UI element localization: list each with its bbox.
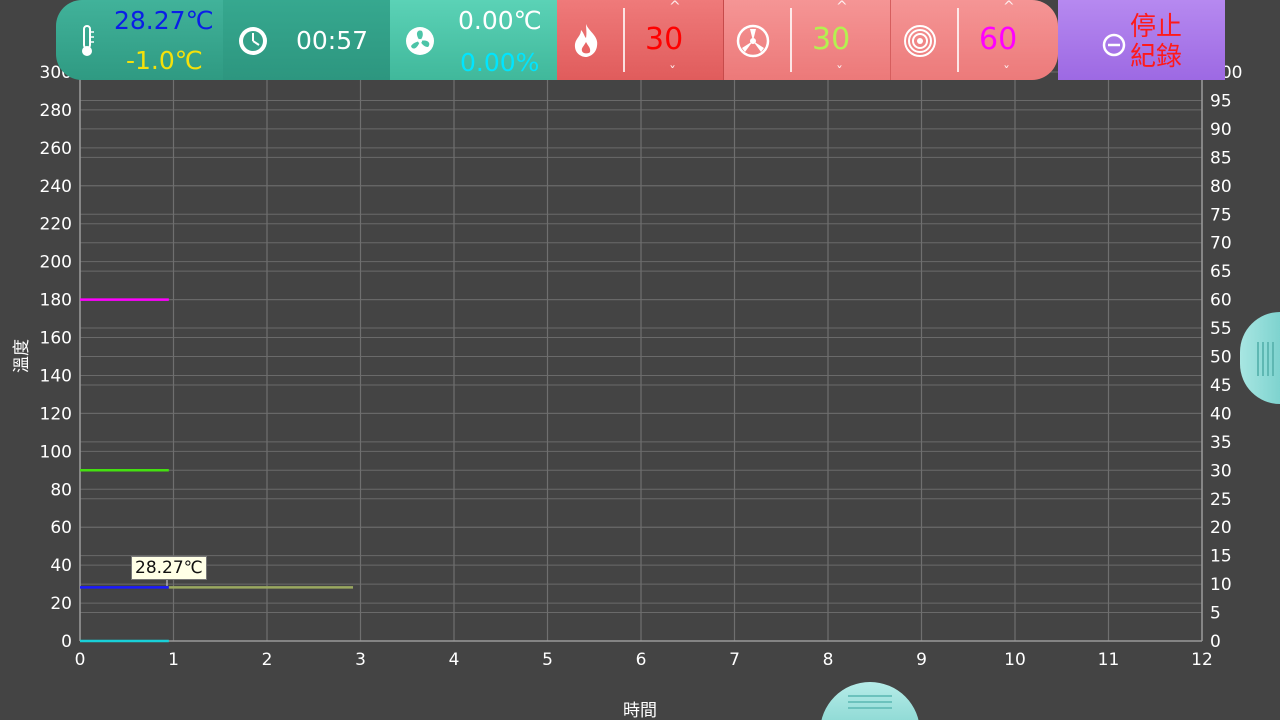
clock-icon (239, 27, 267, 55)
y2-tick-label: 45 (1210, 376, 1232, 396)
y-tick-label: 220 (40, 215, 72, 235)
y-tick-label: 160 (40, 329, 72, 349)
y-tick-label: 280 (40, 101, 72, 121)
y2-tick-label: 95 (1210, 91, 1232, 111)
fan-percent: 0.00% (460, 48, 540, 77)
y2-tick-label: 80 (1210, 177, 1232, 197)
y-tick-label: 240 (40, 177, 72, 197)
fire-power-value: 30 (645, 22, 684, 57)
y2-tick-label: 35 (1210, 433, 1232, 453)
stop-recording-panel: 停止紀錄 (1058, 0, 1225, 80)
y-tick-label: 200 (40, 253, 72, 273)
grip-icon (1257, 342, 1274, 376)
y2-tick-label: 75 (1210, 205, 1232, 225)
x-tick-label: 0 (75, 650, 86, 670)
increase-caret-icon[interactable]: ^ (836, 0, 848, 14)
drum-ruler[interactable] (953, 8, 967, 72)
drum-icon (904, 25, 936, 57)
x-tick-label: 4 (449, 650, 460, 670)
y2-tick-label: 20 (1210, 518, 1232, 538)
y-tick-label: 20 (50, 594, 72, 614)
y-tick-label: 40 (50, 556, 72, 576)
y-tick-label: 260 (40, 139, 72, 159)
increase-caret-icon[interactable]: ^ (1003, 0, 1015, 14)
x-tick-label: 2 (262, 650, 273, 670)
y2-tick-label: 65 (1210, 262, 1232, 282)
roast-chart: 0510152025303540455055606570758085909510… (12, 63, 1242, 720)
drum-speed-control[interactable]: ^ ˇ 60 (891, 0, 1058, 80)
value-tooltip: 28.27℃ (131, 556, 207, 580)
y2-tick-label: 5 (1210, 604, 1221, 624)
timer-panel[interactable]: 00:57 (223, 0, 390, 80)
stop-recording-label: 停止紀錄 (1130, 12, 1183, 72)
y2-tick-label: 15 (1210, 547, 1232, 567)
y-tick-label: 80 (50, 480, 72, 500)
y-axis-label: 溫度 (12, 339, 32, 373)
bottom-drawer-handle[interactable] (820, 682, 920, 720)
x-tick-label: 11 (1098, 650, 1120, 670)
minus-circle-icon (1102, 33, 1126, 57)
top-toolbar: 28.27℃ -1.0℃ 00:57 0.00℃ 0.00% ^ ˇ 30 ^ … (56, 0, 1225, 80)
increase-caret-icon[interactable]: ^ (669, 0, 681, 14)
y2-tick-label: 30 (1210, 461, 1232, 481)
thermometer-icon (82, 25, 94, 56)
y-tick-label: 100 (40, 442, 72, 462)
y2-tick-label: 70 (1210, 234, 1232, 254)
flame-icon (574, 24, 598, 57)
grip-icon (848, 695, 892, 709)
y2-tick-label: 55 (1210, 319, 1232, 339)
x-tick-label: 9 (916, 650, 927, 670)
y2-tick-label: 60 (1210, 291, 1232, 311)
y2-tick-label: 40 (1210, 404, 1232, 424)
stop-recording-button[interactable]: 停止紀錄 (1058, 0, 1225, 80)
x-tick-label: 3 (355, 650, 366, 670)
airflow-value: 30 (812, 22, 851, 57)
airflow-icon (736, 24, 770, 58)
airflow-control[interactable]: ^ ˇ 30 (724, 0, 891, 80)
y2-tick-label: 90 (1210, 120, 1232, 140)
y2-tick-label: 0 (1210, 632, 1221, 652)
x-tick-label: 6 (636, 650, 647, 670)
airflow-ruler[interactable] (786, 8, 800, 72)
x-tick-label: 5 (542, 650, 553, 670)
side-drawer-handle[interactable] (1240, 312, 1280, 404)
decrease-caret-icon[interactable]: ˇ (1003, 66, 1010, 80)
fan-icon (406, 27, 434, 55)
y-tick-label: 0 (61, 632, 72, 652)
roast-chart-screen: 0 5 10 15 20 25 30 35 40 45 50 55 60 65 70 75 80 85 90 95 10… (0, 0, 1280, 720)
x-tick-label: 7 (729, 650, 740, 670)
decrease-caret-icon[interactable]: ˇ (669, 66, 676, 80)
drum-speed-value: 60 (979, 22, 1018, 57)
bean-temperature: 28.27℃ (114, 6, 214, 35)
rate-of-rise-panel[interactable]: 0.00℃ 0.00% (390, 0, 557, 80)
temperature-panel[interactable]: 28.27℃ -1.0℃ (56, 0, 223, 80)
y2-tick-label: 85 (1210, 148, 1232, 168)
y2-tick-label: 25 (1210, 490, 1232, 510)
y2-tick-label: 10 (1210, 575, 1232, 595)
x-tick-label: 10 (1004, 650, 1026, 670)
fire-ruler[interactable] (619, 8, 633, 72)
x-axis-label: 時間 (623, 701, 657, 720)
decrease-caret-icon[interactable]: ˇ (836, 66, 843, 80)
environment-temperature: -1.0℃ (126, 46, 203, 75)
y-tick-label: 180 (40, 291, 72, 311)
y2-tick-label: 50 (1210, 348, 1232, 368)
delta-temperature: 0.00℃ (458, 6, 542, 35)
y-tick-label: 60 (50, 518, 72, 538)
fire-power-control[interactable]: ^ ˇ 30 (557, 0, 724, 80)
x-tick-label: 1 (168, 650, 179, 670)
x-tick-label: 12 (1191, 650, 1213, 670)
x-tick-label: 8 (823, 650, 834, 670)
y-tick-label: 140 (40, 366, 72, 386)
elapsed-time: 00:57 (296, 26, 369, 55)
y-tick-label: 120 (40, 404, 72, 424)
